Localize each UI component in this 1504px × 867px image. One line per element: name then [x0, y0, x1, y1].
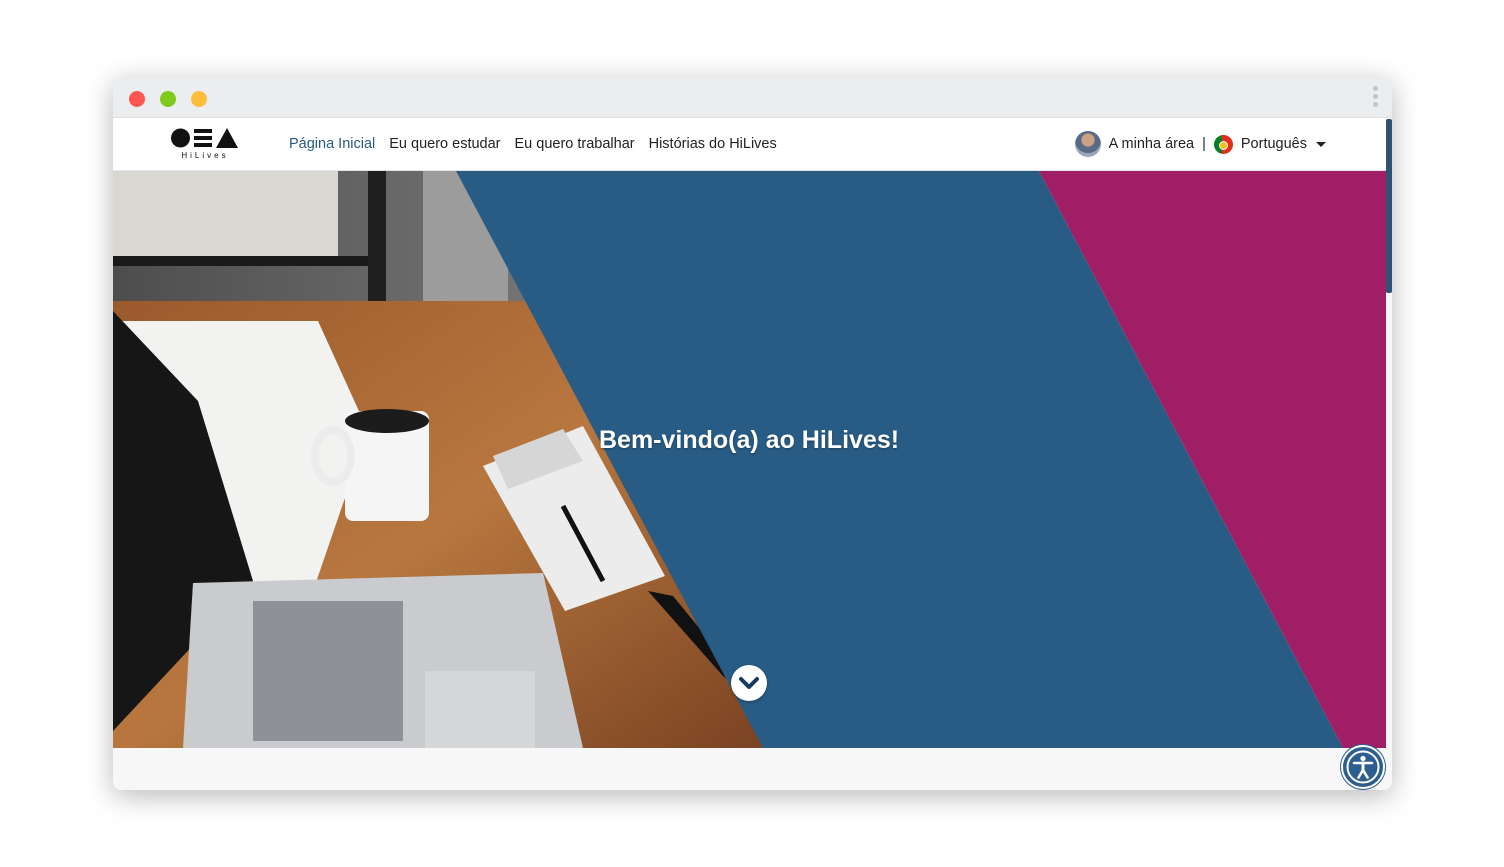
header-actions: A minha área | Português [1074, 118, 1326, 170]
user-avatar[interactable] [1074, 131, 1101, 157]
nav-link-study[interactable]: Eu quero estudar [389, 136, 500, 152]
main-navigation: Página Inicial Eu quero estudar Eu quero… [289, 118, 791, 170]
chevron-down-icon [739, 677, 759, 689]
page-scrollbar[interactable] [1386, 119, 1392, 293]
logo-shapes [171, 128, 238, 148]
close-window-button[interactable] [129, 91, 145, 107]
caret-down-icon[interactable] [1316, 141, 1326, 147]
hero-background [113, 171, 1386, 748]
nav-link-stories[interactable]: Histórias do HiLives [649, 136, 777, 152]
scroll-down-button[interactable] [731, 665, 767, 701]
accessibility-button[interactable] [1341, 745, 1385, 789]
kebab-menu-icon[interactable] [1370, 86, 1380, 112]
hero-banner: Bem-vindo(a) ao HiLives! [113, 171, 1386, 748]
logo-wordmark: HiLives [181, 151, 229, 160]
nav-link-home[interactable]: Página Inicial [289, 136, 375, 152]
minimize-window-button[interactable] [160, 91, 176, 107]
site-header: HiLives Página Inicial Eu quero estudar … [113, 118, 1386, 171]
my-area-link[interactable]: A minha área [1109, 136, 1194, 152]
hilives-logo[interactable]: HiLives [171, 127, 243, 161]
browser-window: HiLives Página Inicial Eu quero estudar … [113, 77, 1392, 790]
title-bar [113, 77, 1392, 118]
hero-title: Bem-vindo(a) ao HiLives! [599, 426, 900, 454]
nav-link-work[interactable]: Eu quero trabalhar [515, 136, 635, 152]
header-separator: | [1202, 136, 1206, 152]
maximize-window-button[interactable] [191, 91, 207, 107]
language-selector[interactable]: Português [1241, 136, 1307, 152]
portugal-flag-icon [1213, 134, 1233, 154]
accessibility-icon [1346, 750, 1380, 784]
